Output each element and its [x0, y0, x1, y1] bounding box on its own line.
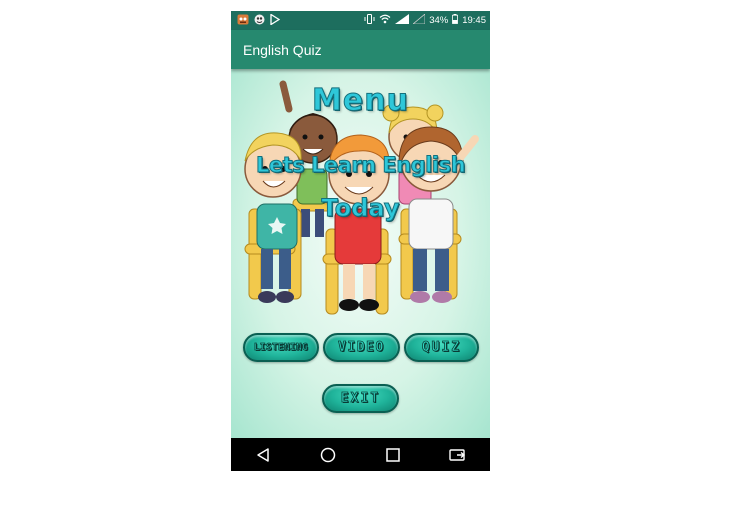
app-notification-icon [237, 14, 249, 28]
status-bar-system: 34% 19:45 [364, 13, 490, 27]
app-bar: English Quiz [231, 30, 490, 69]
app-title: English Quiz [243, 41, 322, 58]
menu-title: Menu [312, 83, 409, 119]
play-store-icon [270, 12, 281, 28]
vibrate-icon [364, 14, 375, 27]
screen-cast-icon [448, 448, 465, 461]
signal-empty-icon [412, 13, 426, 27]
subtitle-line-2: Today [321, 194, 400, 223]
battery-icon [452, 14, 459, 27]
home-icon [320, 447, 336, 462]
subtitle-line-1: Lets Learn English [255, 153, 466, 178]
status-time: 19:45 [462, 15, 486, 26]
battery-percent: 34% [429, 15, 449, 26]
listening-button[interactable]: LISTENING [243, 333, 319, 362]
signal-icon [395, 14, 410, 27]
video-button[interactable]: VIDEO [323, 333, 400, 362]
phone-screen: 34% 19:45 English Quiz Menu Lets Learn E… [231, 11, 490, 471]
screen-cast-button[interactable] [446, 443, 470, 467]
recents-button[interactable] [381, 443, 405, 467]
back-button[interactable] [251, 443, 275, 467]
navigation-bar [231, 438, 490, 471]
game-notification-icon [254, 14, 265, 28]
exit-button[interactable]: EXIT [322, 384, 399, 413]
recents-icon [386, 447, 400, 462]
wifi-icon [379, 14, 391, 27]
menu-screen: Menu Lets Learn English Today LISTENING … [231, 69, 490, 438]
back-icon [257, 447, 270, 462]
status-bar: 34% 19:45 [231, 11, 490, 30]
home-button[interactable] [316, 443, 340, 467]
quiz-button[interactable]: QUIZ [404, 333, 479, 362]
status-bar-notifications [231, 12, 281, 28]
